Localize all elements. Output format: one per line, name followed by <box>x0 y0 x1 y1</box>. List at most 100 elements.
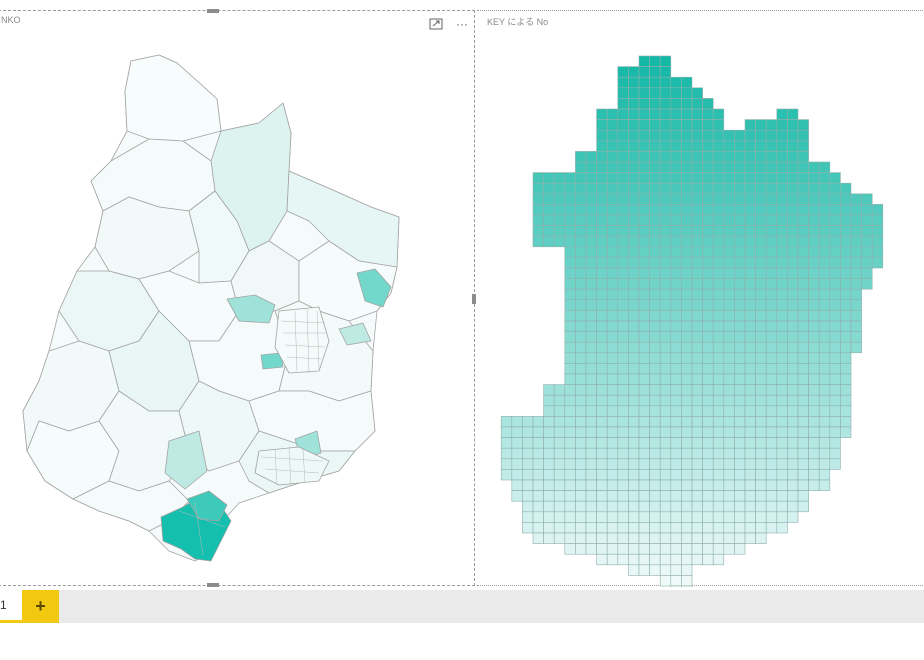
shape-map-cell[interactable] <box>797 246 809 258</box>
shape-map-cell[interactable] <box>670 172 682 184</box>
shape-map-cell[interactable] <box>522 479 534 491</box>
shape-map-cell[interactable] <box>765 214 778 226</box>
shape-map-cell[interactable] <box>755 140 767 152</box>
shape-map-cell[interactable] <box>797 341 809 354</box>
shape-map-cell[interactable] <box>734 331 746 343</box>
shape-map-cell[interactable] <box>755 458 767 470</box>
shape-map-cell[interactable] <box>606 299 619 311</box>
shape-map-cell[interactable] <box>553 182 566 195</box>
shape-map-cell[interactable] <box>840 394 852 407</box>
shape-map-cell[interactable] <box>522 522 534 534</box>
shape-map-cell[interactable] <box>702 352 714 364</box>
shape-map-cell[interactable] <box>797 384 809 396</box>
shape-map-cell[interactable] <box>787 394 799 407</box>
shape-map-cell[interactable] <box>723 405 735 417</box>
shape-map-cell[interactable] <box>638 522 650 534</box>
shape-map-cell[interactable] <box>649 437 661 449</box>
shape-map-cell[interactable] <box>829 426 841 438</box>
shape-map-cell[interactable] <box>776 331 788 343</box>
shape-map-cell[interactable] <box>628 204 640 216</box>
shape-map-cell[interactable] <box>681 416 693 428</box>
shape-map-cell[interactable] <box>723 225 735 237</box>
shape-map-cell[interactable] <box>829 437 841 449</box>
shape-map-cell[interactable] <box>840 352 852 364</box>
shape-map-cell[interactable] <box>755 151 767 163</box>
shape-map-cell[interactable] <box>787 214 799 226</box>
shape-map-cell[interactable] <box>776 299 788 311</box>
shape-map-cell[interactable] <box>797 373 809 385</box>
shape-map-cell[interactable] <box>681 129 693 142</box>
shape-map-cell[interactable] <box>840 193 852 205</box>
shape-map-cell[interactable] <box>818 225 831 237</box>
shape-map-cell[interactable] <box>681 405 693 417</box>
shape-map-cell[interactable] <box>596 331 608 343</box>
shape-map-cell[interactable] <box>787 426 799 438</box>
shape-map-cell[interactable] <box>723 543 735 555</box>
shape-map-cell[interactable] <box>829 288 841 301</box>
shape-map-cell[interactable] <box>681 108 693 120</box>
shape-map-cell[interactable] <box>818 352 831 364</box>
shape-map-cell[interactable] <box>585 182 597 195</box>
shape-map-cell[interactable] <box>797 151 809 163</box>
shape-map-cell[interactable] <box>850 320 862 332</box>
shape-map-cell[interactable] <box>712 214 725 226</box>
shape-map-cell[interactable] <box>691 193 703 205</box>
shape-map-cell[interactable] <box>606 341 619 354</box>
shape-map-cell[interactable] <box>681 214 693 226</box>
shape-map-cell[interactable] <box>734 373 746 385</box>
shape-map-cell[interactable] <box>628 161 640 173</box>
shape-map-cell[interactable] <box>638 140 650 152</box>
shape-map-cell[interactable] <box>606 246 619 258</box>
shape-map-cell[interactable] <box>808 278 820 290</box>
shape-map-cell[interactable] <box>659 543 672 555</box>
shape-map-cell[interactable] <box>564 299 576 311</box>
shape-map-cell[interactable] <box>617 161 629 173</box>
shape-map-cell[interactable] <box>649 193 661 205</box>
shape-map-cell[interactable] <box>575 193 587 205</box>
shape-map-cell[interactable] <box>787 373 799 385</box>
shape-map-cell[interactable] <box>691 98 703 110</box>
shape-map-cell[interactable] <box>617 257 629 269</box>
shape-map-cell[interactable] <box>850 288 862 301</box>
shape-map-cell[interactable] <box>734 278 746 290</box>
shape-map-cell[interactable] <box>606 384 619 396</box>
shape-map-cell[interactable] <box>617 543 629 555</box>
shape-map-cell[interactable] <box>808 426 820 438</box>
shape-map-cell[interactable] <box>787 172 799 184</box>
shape-map-cell[interactable] <box>787 469 799 481</box>
shape-map-cell[interactable] <box>638 437 650 449</box>
shape-map-cell[interactable] <box>596 204 608 216</box>
shape-map-cell[interactable] <box>659 405 672 417</box>
shape-map-cell[interactable] <box>617 490 629 502</box>
shape-map-cell[interactable] <box>628 76 640 89</box>
shape-map-cell[interactable] <box>712 437 725 449</box>
shape-map-cell[interactable] <box>670 225 682 237</box>
shape-map-cell[interactable] <box>808 458 820 470</box>
shape-map-cell[interactable] <box>712 426 725 438</box>
shape-map-cell[interactable] <box>543 426 555 438</box>
shape-map-cell[interactable] <box>606 204 619 216</box>
shape-map-cell[interactable] <box>617 553 629 566</box>
shape-map-cell[interactable] <box>808 405 820 417</box>
shape-map-cell[interactable] <box>681 553 693 566</box>
shape-map-cell[interactable] <box>744 140 756 152</box>
shape-map-cell[interactable] <box>628 288 640 301</box>
shape-map-cell[interactable] <box>818 288 831 301</box>
shape-map-cell[interactable] <box>691 151 703 163</box>
shape-map-cell[interactable] <box>638 500 650 513</box>
shape-map-cell[interactable] <box>659 257 672 269</box>
shape-map-cell[interactable] <box>681 352 693 364</box>
shape-map-cell[interactable] <box>606 161 619 173</box>
shape-map-cell[interactable] <box>681 299 693 311</box>
shape-map-cell[interactable] <box>500 416 513 428</box>
shape-map-cell[interactable] <box>829 352 841 364</box>
shape-map-cell[interactable] <box>681 341 693 354</box>
shape-map-cell[interactable] <box>575 490 587 502</box>
shape-map-cell[interactable] <box>765 341 778 354</box>
shape-map-cell[interactable] <box>723 469 735 481</box>
shape-map-cell[interactable] <box>840 278 852 290</box>
shape-map-cell[interactable] <box>649 352 661 364</box>
shape-map-cell[interactable] <box>585 532 597 544</box>
shape-map-cell[interactable] <box>829 458 841 470</box>
shape-map-cell[interactable] <box>617 479 629 491</box>
